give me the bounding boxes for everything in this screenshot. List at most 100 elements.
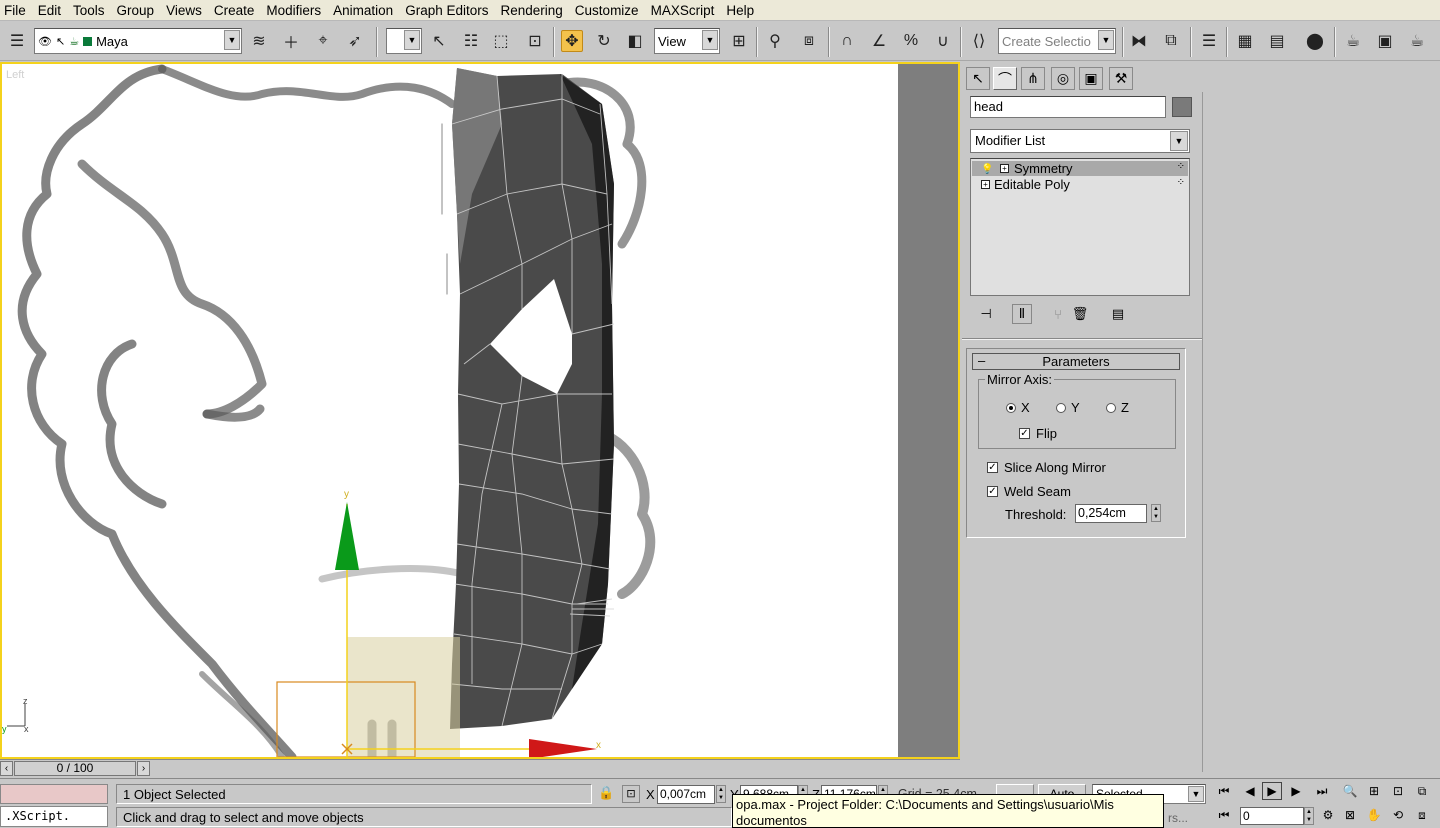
chevron-down-icon[interactable]: ▼: [1188, 786, 1204, 802]
go-to-end-icon[interactable]: ⏭: [1312, 782, 1332, 800]
chevron-down-icon[interactable]: ▼: [404, 30, 420, 50]
render-scene-icon[interactable]: ☕: [1342, 30, 1364, 52]
select-by-name-icon[interactable]: ☷: [460, 30, 482, 52]
threshold-spinner[interactable]: ▲ ▼: [1151, 504, 1161, 522]
menu-modifiers[interactable]: Modifiers: [260, 0, 327, 21]
pivot-center-icon[interactable]: ⊞: [728, 30, 750, 52]
stack-item-editable-poly[interactable]: + Editable Poly ⁘: [972, 177, 1188, 192]
frame-spinner[interactable]: ▲ ▼: [1304, 807, 1314, 825]
menu-tools[interactable]: Tools: [67, 0, 111, 21]
viewport-canvas[interactable]: y x z y x: [2, 64, 958, 757]
parameters-rollout-header[interactable]: – Parameters: [972, 353, 1180, 370]
axis-y-radio[interactable]: Y: [1056, 400, 1080, 415]
maxscript-listener-top[interactable]: [0, 784, 108, 804]
set-current-layer-icon[interactable]: ➶: [344, 30, 366, 52]
manipulate-icon[interactable]: ⚲: [764, 30, 786, 52]
menu-help[interactable]: Help: [720, 0, 760, 21]
time-next-icon[interactable]: ›: [137, 761, 150, 776]
named-selection-dropdown[interactable]: Create Selectio ▼: [998, 28, 1116, 54]
remove-modifier-icon[interactable]: 🗑: [1070, 304, 1090, 324]
flip-checkbox[interactable]: ✓ Flip: [1019, 426, 1057, 441]
modifier-list-dropdown[interactable]: Modifier List ▼: [970, 129, 1190, 153]
object-name-field[interactable]: head: [970, 96, 1166, 118]
select-move-icon[interactable]: ✥: [561, 30, 583, 52]
pan-icon[interactable]: ✋: [1364, 806, 1384, 824]
weld-seam-checkbox[interactable]: ✓ Weld Seam: [987, 484, 1071, 499]
gizmo-plane-handle[interactable]: [347, 637, 460, 757]
axis-z-radio[interactable]: Z: [1106, 400, 1129, 415]
chevron-down-icon[interactable]: ▼: [1170, 131, 1188, 151]
edit-named-selection-icon[interactable]: ⟨⟩: [968, 30, 990, 52]
x-coord-input[interactable]: 0,007cm: [657, 785, 715, 804]
key-mode-toggle-icon[interactable]: ⏮: [1214, 806, 1234, 824]
key-filters-button[interactable]: rs...: [1168, 811, 1188, 825]
align-icon[interactable]: ⧉: [1160, 30, 1182, 52]
rect-selection-icon[interactable]: ⬚: [490, 30, 512, 52]
layer-manager-icon[interactable]: ☰: [6, 30, 28, 52]
motion-tab-icon[interactable]: ◎: [1051, 67, 1075, 90]
reference-coordinate-dropdown[interactable]: View ▼: [654, 28, 720, 54]
create-tab-icon[interactable]: ↖: [966, 67, 990, 90]
time-prev-icon[interactable]: ‹: [0, 761, 13, 776]
layer-add-icon[interactable]: ≋: [248, 30, 270, 52]
arc-rotate-icon[interactable]: ⟲: [1388, 806, 1408, 824]
create-layer-icon[interactable]: ＋: [280, 30, 302, 52]
menu-maxscript[interactable]: MAXScript: [645, 0, 721, 21]
layer-dropdown[interactable]: 👁 ↖ ☕ Maya ▼: [34, 28, 242, 54]
menu-group[interactable]: Group: [111, 0, 161, 21]
display-tab-icon[interactable]: ▣: [1079, 67, 1103, 90]
make-unique-icon[interactable]: ⑂: [1048, 304, 1068, 324]
hierarchy-tab-icon[interactable]: ⋔: [1021, 67, 1045, 90]
select-scale-icon[interactable]: ◧: [624, 30, 646, 52]
stack-item-symmetry[interactable]: 💡 + Symmetry ⁘: [972, 161, 1188, 176]
menu-customize[interactable]: Customize: [569, 0, 645, 21]
selection-filter-dropdown[interactable]: ▼: [386, 28, 422, 54]
select-layer-icon[interactable]: ⌖: [312, 30, 334, 52]
zoom-extents-all-icon[interactable]: ⧉: [1412, 782, 1432, 800]
configure-sets-icon[interactable]: ▤: [1108, 304, 1128, 324]
layer-manager-icon[interactable]: ☰: [1198, 30, 1220, 52]
schematic-view-icon[interactable]: ▤: [1266, 30, 1288, 52]
threshold-input[interactable]: 0,254cm: [1075, 504, 1147, 523]
viewport-label[interactable]: Left: [6, 69, 24, 81]
next-frame-icon[interactable]: ▶: [1286, 782, 1306, 800]
menu-rendering[interactable]: Rendering: [495, 0, 569, 21]
select-object-icon[interactable]: ↖: [428, 30, 450, 52]
chevron-down-icon[interactable]: ▼: [224, 30, 240, 50]
chevron-down-icon[interactable]: ▼: [1098, 30, 1114, 50]
zoom-all-icon[interactable]: ⊞: [1364, 782, 1384, 800]
slice-along-mirror-checkbox[interactable]: ✓ Slice Along Mirror: [987, 460, 1106, 475]
mirror-icon[interactable]: ⧓: [1128, 30, 1150, 52]
current-frame-input[interactable]: 0: [1240, 807, 1304, 825]
time-slider[interactable]: 0 / 100: [14, 761, 136, 776]
modifier-stack[interactable]: 💡 + Symmetry ⁘ + Editable Poly ⁘: [970, 158, 1190, 296]
x-coord-spinner[interactable]: ▲ ▼: [716, 785, 726, 803]
menu-edit[interactable]: Edit: [32, 0, 67, 21]
zoom-icon[interactable]: 🔍: [1340, 782, 1360, 800]
material-editor-icon[interactable]: ⬤: [1304, 30, 1326, 52]
quick-render-icon[interactable]: ☕: [1406, 30, 1428, 52]
expand-icon[interactable]: +: [981, 180, 990, 189]
menu-animation[interactable]: Animation: [327, 0, 399, 21]
modify-tab-icon[interactable]: ⌒: [993, 67, 1017, 90]
axis-x-radio[interactable]: X: [1006, 400, 1030, 415]
pin-stack-icon[interactable]: ⊣: [976, 304, 996, 324]
maximize-viewport-icon[interactable]: ⧈: [1412, 806, 1432, 824]
maxscript-mini-listener[interactable]: .XScript.: [0, 806, 108, 827]
go-to-start-icon[interactable]: ⏮: [1214, 782, 1234, 800]
lock-selection-icon[interactable]: 🔒: [598, 785, 614, 801]
zoom-extents-icon[interactable]: ⊡: [1388, 782, 1408, 800]
menu-views[interactable]: Views: [160, 0, 208, 21]
region-zoom-icon[interactable]: ⊠: [1340, 806, 1360, 824]
menu-file[interactable]: File: [0, 0, 32, 21]
object-color-swatch[interactable]: [1172, 97, 1192, 117]
snap-3d-icon[interactable]: ∩: [836, 30, 858, 52]
curve-editor-icon[interactable]: ▦: [1234, 30, 1256, 52]
lightbulb-icon[interactable]: 💡: [981, 162, 993, 177]
menu-create[interactable]: Create: [208, 0, 261, 21]
spinner-snap-icon[interactable]: ∪: [932, 30, 954, 52]
select-rotate-icon[interactable]: ↻: [593, 30, 615, 52]
utilities-tab-icon[interactable]: ⚒: [1109, 67, 1133, 90]
play-icon[interactable]: ▶: [1262, 782, 1282, 800]
menu-graph-editors[interactable]: Graph Editors: [399, 0, 494, 21]
